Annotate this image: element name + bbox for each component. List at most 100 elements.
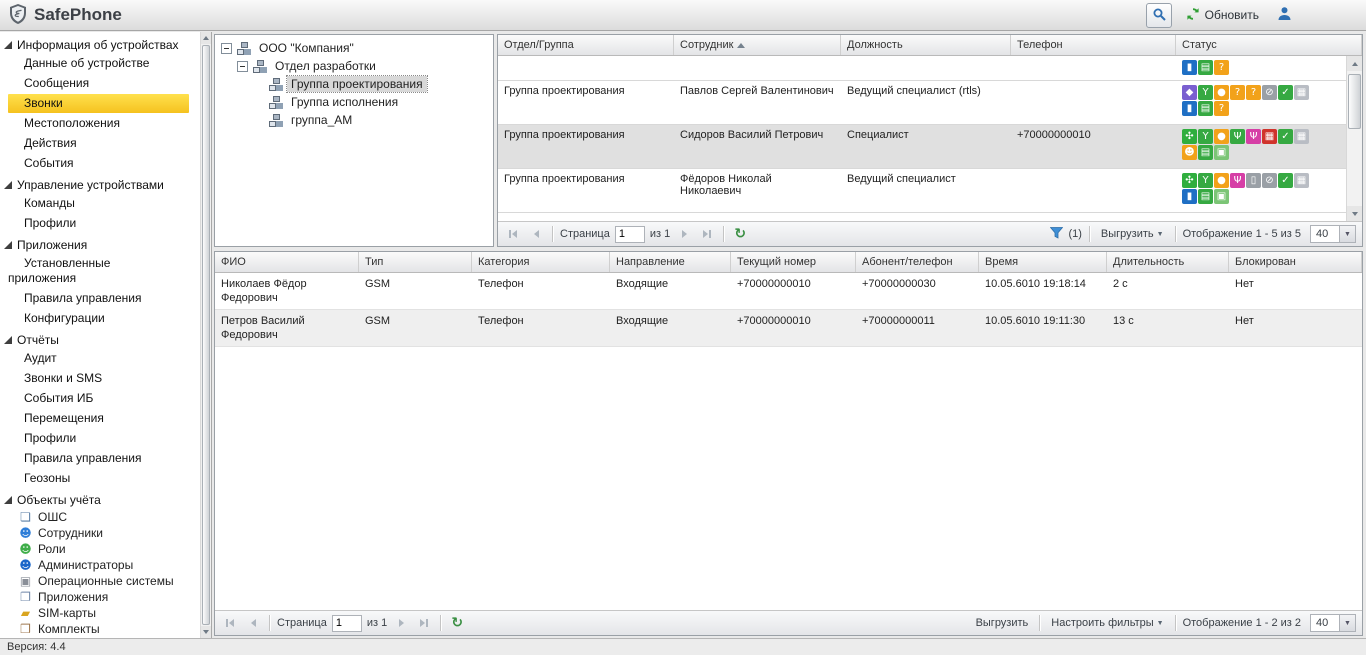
employee-row[interactable]: Группа проектирования Фёдоров Николай Ни… <box>498 169 1346 213</box>
sidebar-item-peremeshcheniya[interactable]: Перемещения <box>8 409 189 428</box>
column-header-direction[interactable]: Направление <box>610 252 731 272</box>
sidebar-item-sim-karty[interactable]: ▰ SIM-карты <box>8 605 199 621</box>
last-page-button[interactable] <box>698 225 716 243</box>
scrollbar-thumb[interactable] <box>202 45 210 625</box>
page-size-combo[interactable]: 40 ▼ <box>1310 614 1356 632</box>
column-header-position[interactable]: Должность <box>841 35 1011 55</box>
org-node-icon <box>268 113 283 127</box>
tree-node-gruppa-am[interactable]: группа_АМ <box>215 111 493 129</box>
employee-row[interactable]: Группа проектирования Сидоров Василий Пе… <box>498 125 1346 169</box>
next-page-button[interactable] <box>392 614 410 632</box>
sidebar-scrollbar[interactable] <box>200 32 211 638</box>
user-button[interactable] <box>1273 4 1296 26</box>
sidebar-item-geozony-report[interactable]: Геозоны <box>8 469 189 488</box>
sidebar-section-device-management[interactable]: Управление устройствами <box>0 174 199 194</box>
column-header-time[interactable]: Время <box>979 252 1107 272</box>
column-header-current-number[interactable]: Текущий номер <box>731 252 856 272</box>
sidebar-item-sotrudniki[interactable]: ☻ Сотрудники <box>8 525 199 541</box>
section-label: Приложения <box>17 238 88 252</box>
page-size-combo[interactable]: 40 ▼ <box>1310 225 1356 243</box>
sidebar-item-ustanovlennye-prilozheniya[interactable]: Установленные приложения <box>8 254 168 288</box>
cell-status: ✣ Y ● Ψ Ψ ▦ ✓ ▦ ☻ ▤ ▣ <box>1176 125 1346 168</box>
export-button[interactable]: Выгрузить ▼ <box>1097 226 1168 242</box>
sidebar-item-operatsionnye-sistemy[interactable]: ▣ Операционные системы <box>8 573 199 589</box>
sidebar-item-administratory[interactable]: ☻ Администраторы <box>8 557 199 573</box>
tree-node-otdel-razrabotki[interactable]: Отдел разработки <box>215 57 493 75</box>
column-header-status[interactable]: Статус <box>1176 35 1362 55</box>
scroll-up-icon[interactable] <box>201 32 211 44</box>
sidebar-item-oshs[interactable]: ❏ ОШС <box>8 509 199 525</box>
configure-filters-button[interactable]: Настроить фильтры ▼ <box>1047 615 1167 631</box>
collapse-icon[interactable] <box>237 60 248 72</box>
column-header-blocked[interactable]: Блокирован <box>1229 252 1362 272</box>
employee-row[interactable]: Группа проектирования Павлов Сергей Вале… <box>498 81 1346 125</box>
sidebar-item-roli[interactable]: ☻ Роли <box>8 541 199 557</box>
column-header-employee[interactable]: Сотрудник <box>674 35 841 55</box>
tree-node-company[interactable]: ООО "Компания" <box>215 39 493 57</box>
sidebar-section-applications[interactable]: Приложения <box>0 234 199 254</box>
sidebar-item-soobshcheniya[interactable]: Сообщения <box>8 74 189 93</box>
first-page-button[interactable] <box>504 225 522 243</box>
sidebar-item-profili[interactable]: Профили <box>8 214 189 233</box>
question-icon: ? <box>1214 101 1229 116</box>
sidebar-item-komplekty[interactable]: ❒ Комплекты <box>8 621 199 637</box>
column-header-fio[interactable]: ФИО <box>215 252 359 272</box>
employees-scrollbar[interactable] <box>1346 56 1362 221</box>
sidebar-item-zvonki-i-sms[interactable]: Звонки и SMS <box>8 369 189 388</box>
last-page-button[interactable] <box>415 614 433 632</box>
scroll-up-icon[interactable] <box>1347 56 1362 71</box>
item-label: Сотрудники <box>38 526 103 540</box>
page-input[interactable] <box>614 225 645 243</box>
column-header-category[interactable]: Категория <box>472 252 610 272</box>
sidebar-item-sobytiya-ib[interactable]: События ИБ <box>8 389 189 408</box>
sidebar-item-pravila-upravleniya-report[interactable]: Правила управления <box>8 449 189 468</box>
sidebar-item-konfiguratsii[interactable]: Конфигурации <box>8 309 189 328</box>
sidebar-item-prilozheniya-obj[interactable]: ❐ Приложения <box>8 589 199 605</box>
cell-fio: Петров Василий Федорович <box>221 315 305 341</box>
sidebar-item-komandy[interactable]: Команды <box>8 194 189 213</box>
search-button[interactable] <box>1145 2 1172 28</box>
collapse-icon[interactable] <box>221 42 232 54</box>
column-header-phone[interactable]: Телефон <box>1011 35 1176 55</box>
grid-refresh-button[interactable]: ↻ <box>448 614 466 632</box>
next-page-button[interactable] <box>675 225 693 243</box>
export-button[interactable]: Выгрузить <box>972 615 1033 631</box>
call-row[interactable]: Николаев Фёдор Федорович GSM Телефон Вхо… <box>215 273 1362 310</box>
scroll-down-icon[interactable] <box>201 626 211 638</box>
sidebar-item-dannye-ob-ustroystve[interactable]: Данные об устройстве <box>8 54 189 73</box>
prev-page-button[interactable] <box>527 225 545 243</box>
grid-refresh-button[interactable]: ↻ <box>731 225 749 243</box>
ok-icon: ✓ <box>1278 129 1293 144</box>
sidebar-item-sobytiya[interactable]: События <box>8 154 189 173</box>
first-page-button[interactable] <box>221 614 239 632</box>
page-input[interactable] <box>331 614 362 632</box>
page-label: Страница <box>560 228 610 240</box>
employee-row[interactable]: ▮ ▤? <box>498 56 1346 81</box>
sidebar-section-device-info[interactable]: Информация об устройствах <box>0 34 199 54</box>
sidebar-item-profili-report[interactable]: Профили <box>8 429 189 448</box>
sidebar-section-reports[interactable]: Отчёты <box>0 329 199 349</box>
sidebar-item-audit[interactable]: Аудит <box>8 349 189 368</box>
sidebar-section-accounting-objects[interactable]: Объекты учёта <box>0 489 199 509</box>
contacts-icon: ▤ <box>1198 145 1213 160</box>
prev-page-button[interactable] <box>244 614 262 632</box>
sidebar-item-deystviya[interactable]: Действия <box>8 134 189 153</box>
refresh-button-topbar[interactable]: Обновить <box>1182 5 1263 26</box>
column-header-group[interactable]: Отдел/Группа <box>498 35 674 55</box>
employees-icon: ☻ <box>19 525 32 540</box>
sidebar-item-mestopolozheniya[interactable]: Местоположения <box>8 114 189 133</box>
chevron-down-icon[interactable]: ▼ <box>1339 615 1355 631</box>
column-header-type[interactable]: Тип <box>359 252 472 272</box>
sidebar-item-pravila-upravleniya[interactable]: Правила управления <box>8 289 189 308</box>
sidebar-item-zvonki[interactable]: Звонки <box>8 94 189 113</box>
scroll-down-icon[interactable] <box>1347 206 1362 221</box>
column-header-abonent[interactable]: Абонент/телефон <box>856 252 979 272</box>
refresh-label: Обновить <box>1204 8 1259 22</box>
filter-icon[interactable] <box>1050 226 1064 242</box>
tree-node-gruppa-ispolneniya[interactable]: Группа исполнения <box>215 93 493 111</box>
column-header-duration[interactable]: Длительность <box>1107 252 1229 272</box>
scrollbar-thumb[interactable] <box>1348 74 1361 129</box>
chevron-down-icon[interactable]: ▼ <box>1339 226 1355 242</box>
tree-node-gruppa-proektirovaniya[interactable]: Группа проектирования <box>215 75 493 93</box>
call-row[interactable]: Петров Василий Федорович GSM Телефон Вхо… <box>215 310 1362 347</box>
